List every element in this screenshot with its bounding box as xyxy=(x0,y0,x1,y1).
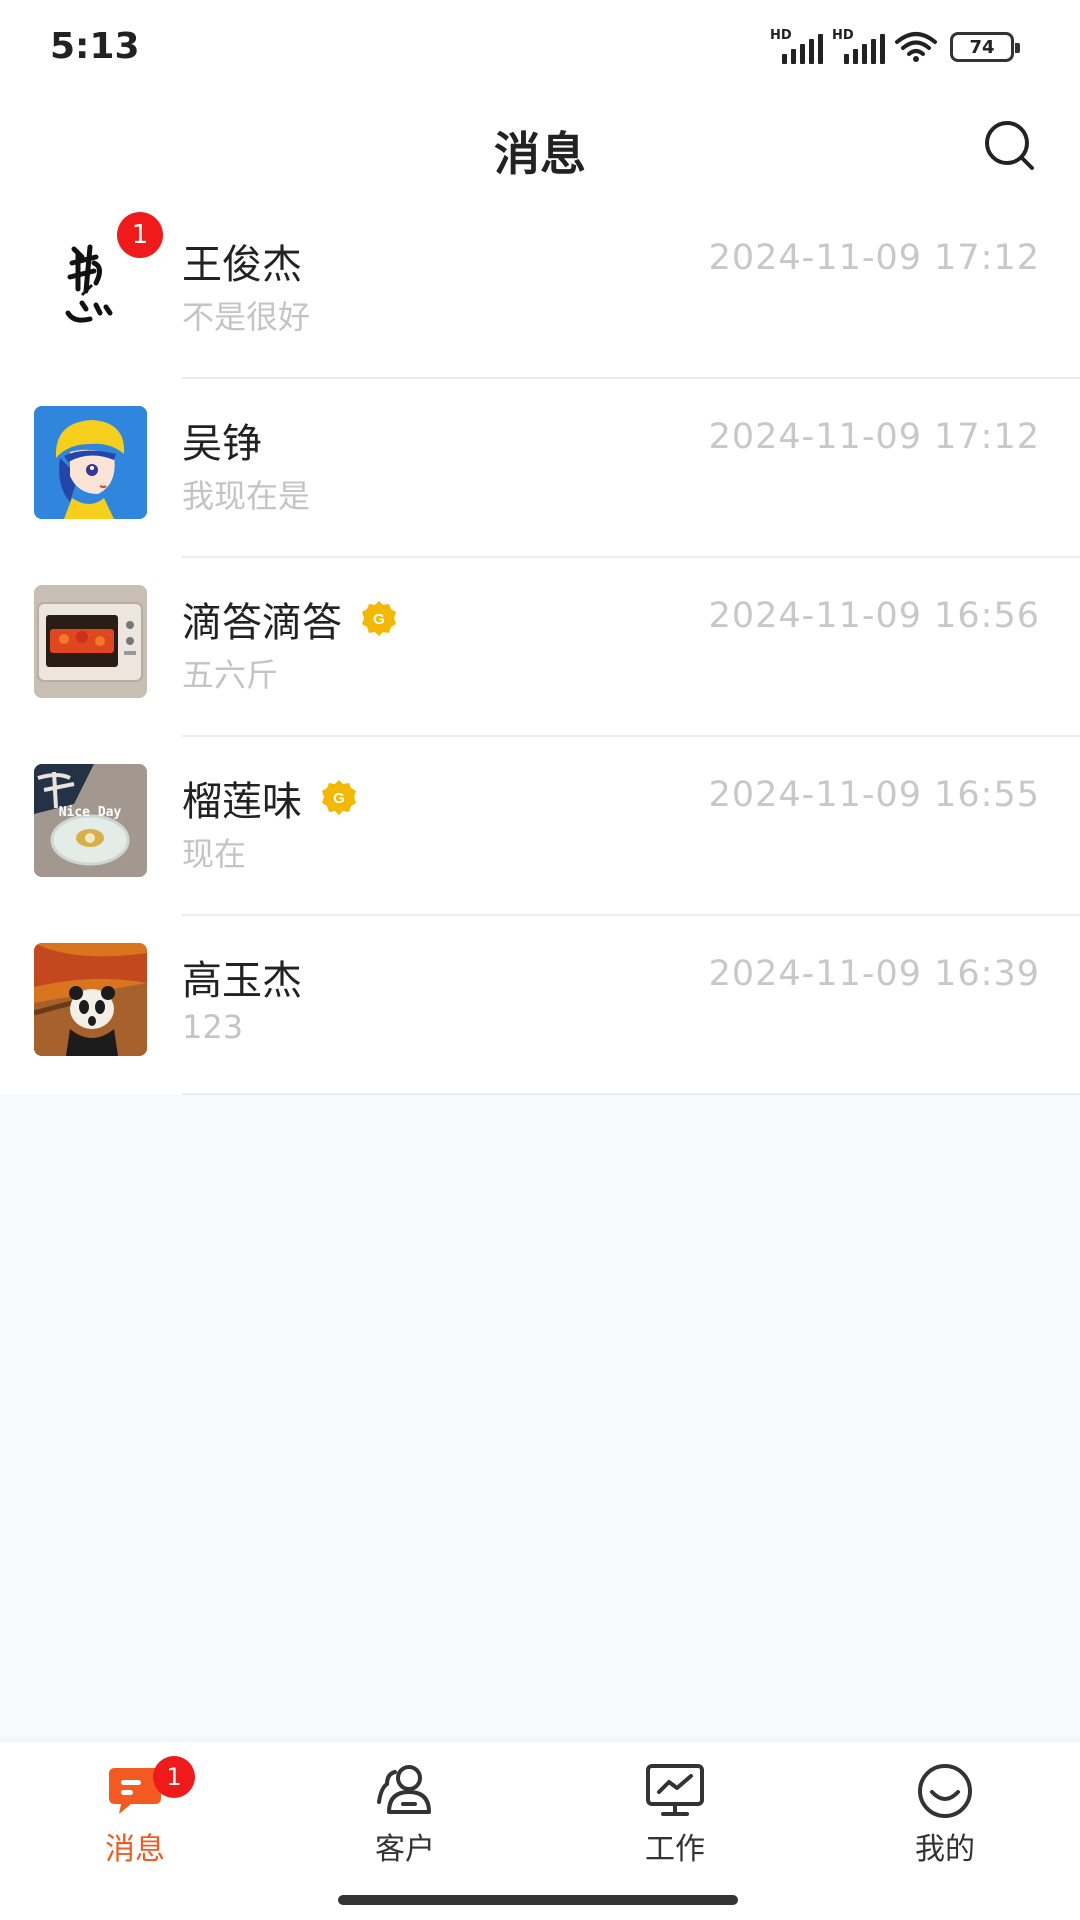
home-indicator[interactable] xyxy=(338,1895,738,1905)
message-preview: 123 xyxy=(182,1008,244,1046)
message-time: 2024-11-09 17:12 xyxy=(708,417,1040,457)
contact-name: 榴莲味 xyxy=(182,779,302,825)
conversation-item[interactable]: Nice Day 榴莲味 G 现在 2024-11-09 16:55 xyxy=(0,737,1080,916)
cellular-signal-icon: HD xyxy=(770,28,823,64)
tab-work[interactable]: 工作 xyxy=(615,1762,735,1882)
message-preview: 现在 xyxy=(182,835,247,873)
nice-day-photo-avatar: Nice Day xyxy=(34,764,147,877)
message-time: 2024-11-09 16:39 xyxy=(708,954,1040,994)
svg-text:Nice Day: Nice Day xyxy=(59,805,122,820)
status-icons: HD HD 74 xyxy=(770,28,1020,64)
tab-me[interactable]: 我的 xyxy=(885,1762,1005,1882)
smiley-icon xyxy=(918,1764,972,1818)
contact-name: 王俊杰 xyxy=(182,242,302,288)
wifi-icon xyxy=(895,32,937,62)
divider xyxy=(182,1093,1080,1095)
scream-panda-avatar xyxy=(34,943,147,1056)
svg-text:G: G xyxy=(333,790,345,807)
tab-label: 我的 xyxy=(915,1832,975,1867)
unread-badge: 1 xyxy=(117,212,163,258)
page-title: 消息 xyxy=(494,127,586,181)
unread-badge: 1 xyxy=(153,1756,195,1798)
conversation-item[interactable]: 吴铮 我现在是 2024-11-09 17:12 xyxy=(0,379,1080,558)
bottom-tab-bar: 1 消息 客户 工作 我的 xyxy=(0,1742,1080,1920)
tab-customers[interactable]: 客户 xyxy=(345,1762,465,1882)
header: 消息 xyxy=(0,100,1080,200)
conversation-item[interactable]: 高玉杰 123 2024-11-09 16:39 xyxy=(0,916,1080,1095)
vip-badge-icon: G xyxy=(322,780,356,815)
message-time: 2024-11-09 16:55 xyxy=(708,775,1040,815)
cellular-signal-icon: HD xyxy=(832,28,885,64)
anime-girl-avatar xyxy=(34,406,147,519)
tab-label: 消息 xyxy=(105,1832,165,1867)
battery-indicator: 74 xyxy=(950,32,1020,62)
message-time: 2024-11-09 17:12 xyxy=(708,238,1040,278)
conversation-item[interactable]: 滴答滴答 G 五六斤 2024-11-09 16:56 xyxy=(0,558,1080,737)
avatar xyxy=(34,585,147,698)
status-time: 5:13 xyxy=(50,26,140,67)
contact-name: 高玉杰 xyxy=(182,958,302,1004)
contact-name: 滴答滴答 xyxy=(182,600,342,646)
avatar xyxy=(34,943,147,1056)
conversation-item[interactable]: 1 王俊杰 不是很好 2024-11-09 17:12 xyxy=(0,200,1080,379)
tab-label: 工作 xyxy=(645,1832,705,1867)
customers-icon xyxy=(377,1765,431,1814)
oven-avatar xyxy=(34,585,147,698)
status-bar: 5:13 HD HD 74 xyxy=(0,0,1080,100)
conversation-list: 1 王俊杰 不是很好 2024-11-09 17:12 吴铮 我现在是 2024… xyxy=(0,200,1080,1095)
message-preview: 我现在是 xyxy=(182,477,311,515)
vip-badge-icon: G xyxy=(362,601,396,636)
message-preview: 五六斤 xyxy=(182,656,279,694)
monitor-chart-icon xyxy=(646,1764,704,1816)
tab-label: 客户 xyxy=(375,1832,435,1867)
contact-name: 吴铮 xyxy=(182,421,262,467)
avatar xyxy=(34,406,147,519)
svg-text:G: G xyxy=(373,611,385,628)
tab-messages[interactable]: 1 消息 xyxy=(75,1756,195,1882)
search-icon[interactable] xyxy=(978,114,1042,178)
message-preview: 不是很好 xyxy=(182,298,311,336)
avatar: Nice Day xyxy=(34,764,147,877)
message-time: 2024-11-09 16:56 xyxy=(708,596,1040,636)
